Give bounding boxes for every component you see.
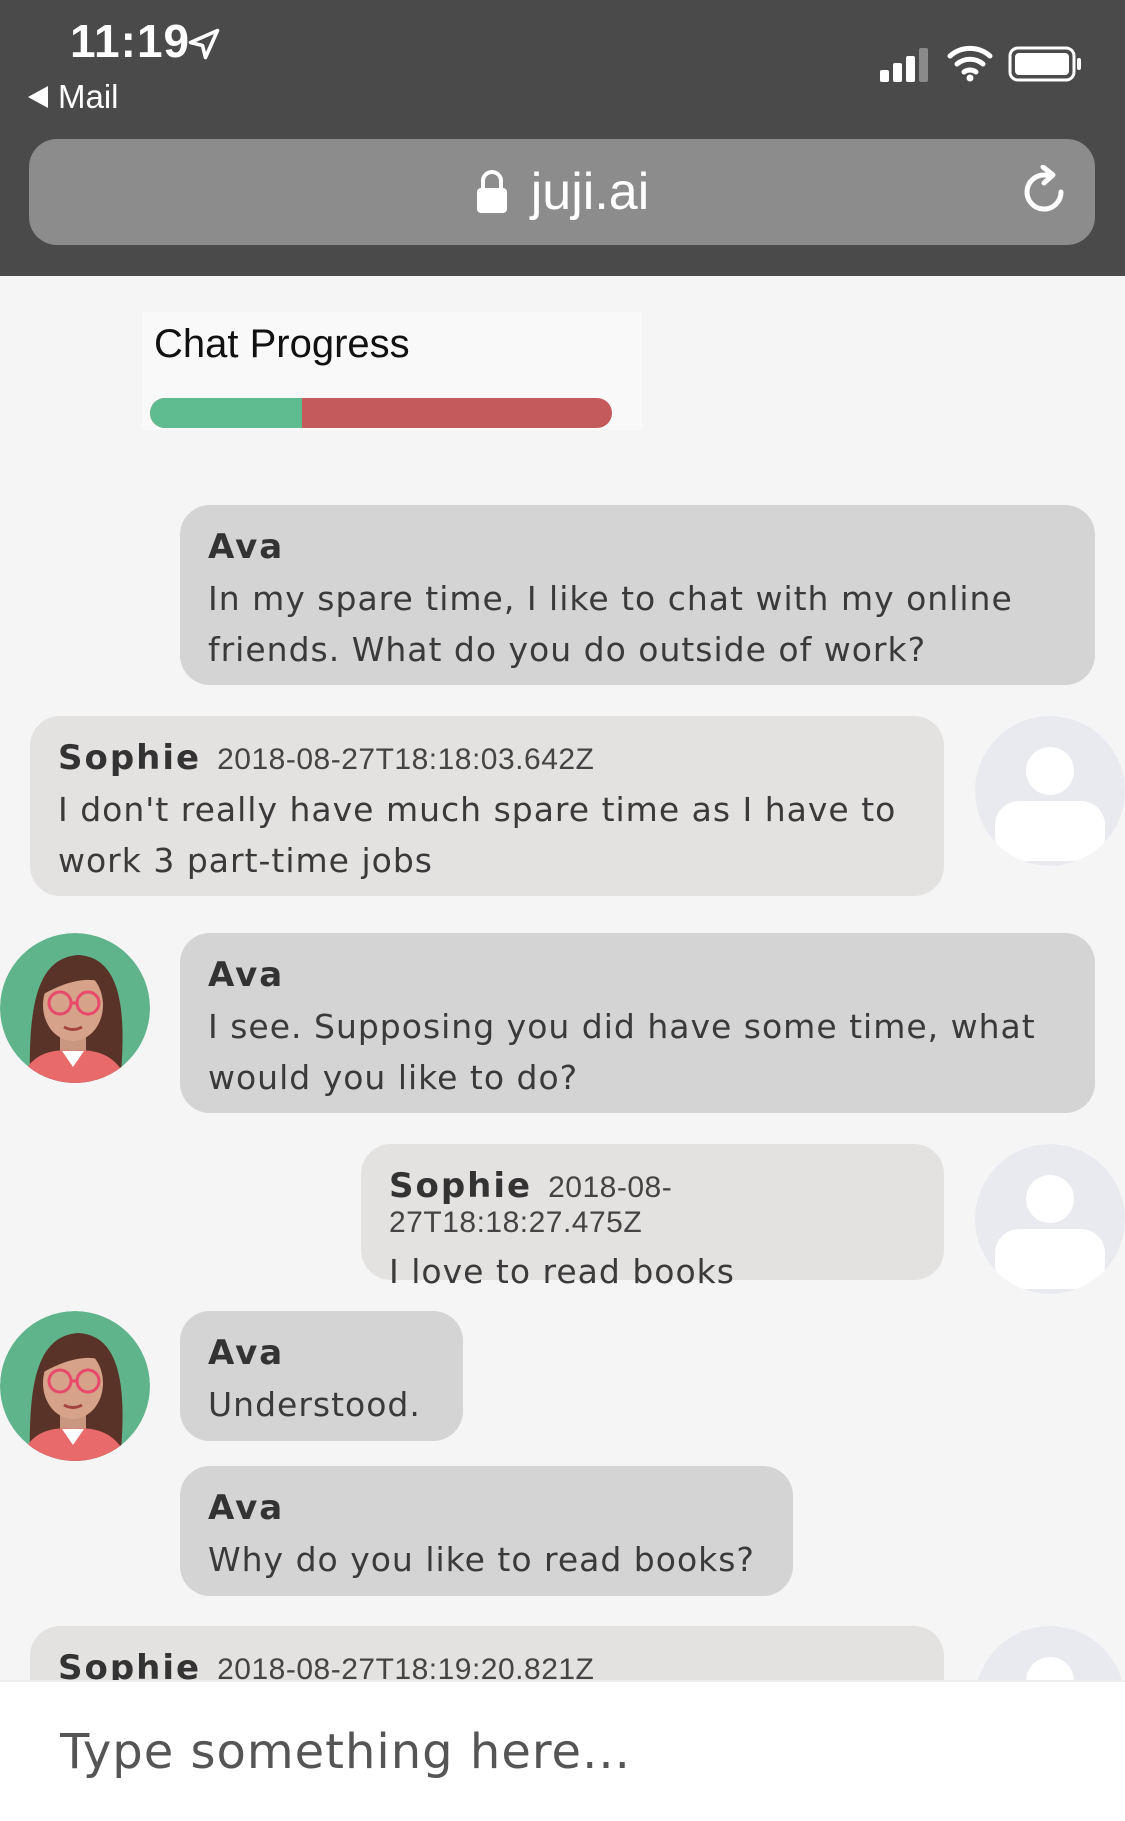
ava-avatar (0, 1311, 150, 1461)
sender-name: Sophie (58, 1648, 202, 1680)
cellular-signal-icon (880, 48, 928, 82)
message-text: I see. Supposing you did have some time,… (208, 1001, 1067, 1103)
message-text: I love to read books (389, 1246, 916, 1297)
sender-name: Ava (208, 1488, 285, 1528)
message-line: Why do you like to read books? (208, 1540, 755, 1579)
ava-avatar (0, 933, 150, 1083)
ava-message: Ava I see. Supposing you did have some t… (180, 933, 1095, 1113)
user-avatar (975, 1626, 1125, 1680)
sender-name: Sophie (58, 738, 202, 778)
message-line: In my spare time, I like to chat with my… (208, 579, 1013, 618)
message-line: Understood. (208, 1385, 421, 1424)
user-message: Sophie 2018-08-27T18:19:20.821Z (30, 1626, 944, 1680)
message-line: would you like to do? (208, 1058, 579, 1097)
back-to-mail-button[interactable]: Mail (28, 78, 119, 116)
message-line: I see. Supposing you did have some time,… (208, 1007, 1036, 1046)
status-time: 11:19 (70, 15, 191, 67)
message-line: friends. What do you do outside of work? (208, 630, 927, 669)
sender-name: Ava (208, 527, 285, 567)
message-text: Understood. (208, 1379, 435, 1430)
message-timestamp: 2018-08-27T18:19:20.821Z (217, 1653, 595, 1680)
sender-name: Ava (208, 1333, 285, 1373)
ava-message: Ava Understood. (180, 1311, 463, 1441)
message-line: I don't really have much spare time as I… (58, 790, 897, 829)
ava-message: Ava In my spare time, I like to chat wit… (180, 505, 1095, 685)
address-bar[interactable]: juji.ai (29, 139, 1095, 245)
reload-icon[interactable] (1017, 165, 1071, 219)
url-text: juji.ai (530, 163, 650, 221)
message-input[interactable] (60, 1712, 1060, 1792)
sender-name: Ava (208, 955, 285, 995)
browser-chrome: 11:19 Mail juji.ai (0, 0, 1125, 276)
user-avatar (975, 716, 1125, 866)
message-text: In my spare time, I like to chat with my… (208, 573, 1067, 675)
wifi-icon (947, 45, 993, 82)
message-line: I love to read books (389, 1252, 735, 1291)
lock-icon (476, 170, 507, 213)
message-line: work 3 part-time jobs (58, 841, 433, 880)
message-composer (0, 1680, 1125, 1821)
user-message: Sophie 2018-08-27T18:18:03.642Z I don't r… (30, 716, 944, 896)
ava-message: Ava Why do you like to read books? (180, 1466, 793, 1596)
battery-icon (1008, 46, 1081, 82)
message-text: Why do you like to read books? (208, 1534, 765, 1585)
user-message: Sophie 2018-08-27T18:18:27.475Z I love to… (361, 1144, 944, 1291)
location-arrow-icon (188, 28, 220, 60)
message-timestamp: 2018-08-27T18:18:03.642Z (217, 743, 595, 776)
back-label: Mail (58, 78, 119, 115)
sender-name: Sophie (389, 1166, 533, 1206)
back-arrow-icon (28, 86, 48, 108)
user-avatar (975, 1144, 1125, 1294)
message-text: I don't really have much spare time as I… (58, 784, 916, 886)
chat-transcript[interactable]: Ava In my spare time, I like to chat wit… (0, 276, 1125, 1680)
